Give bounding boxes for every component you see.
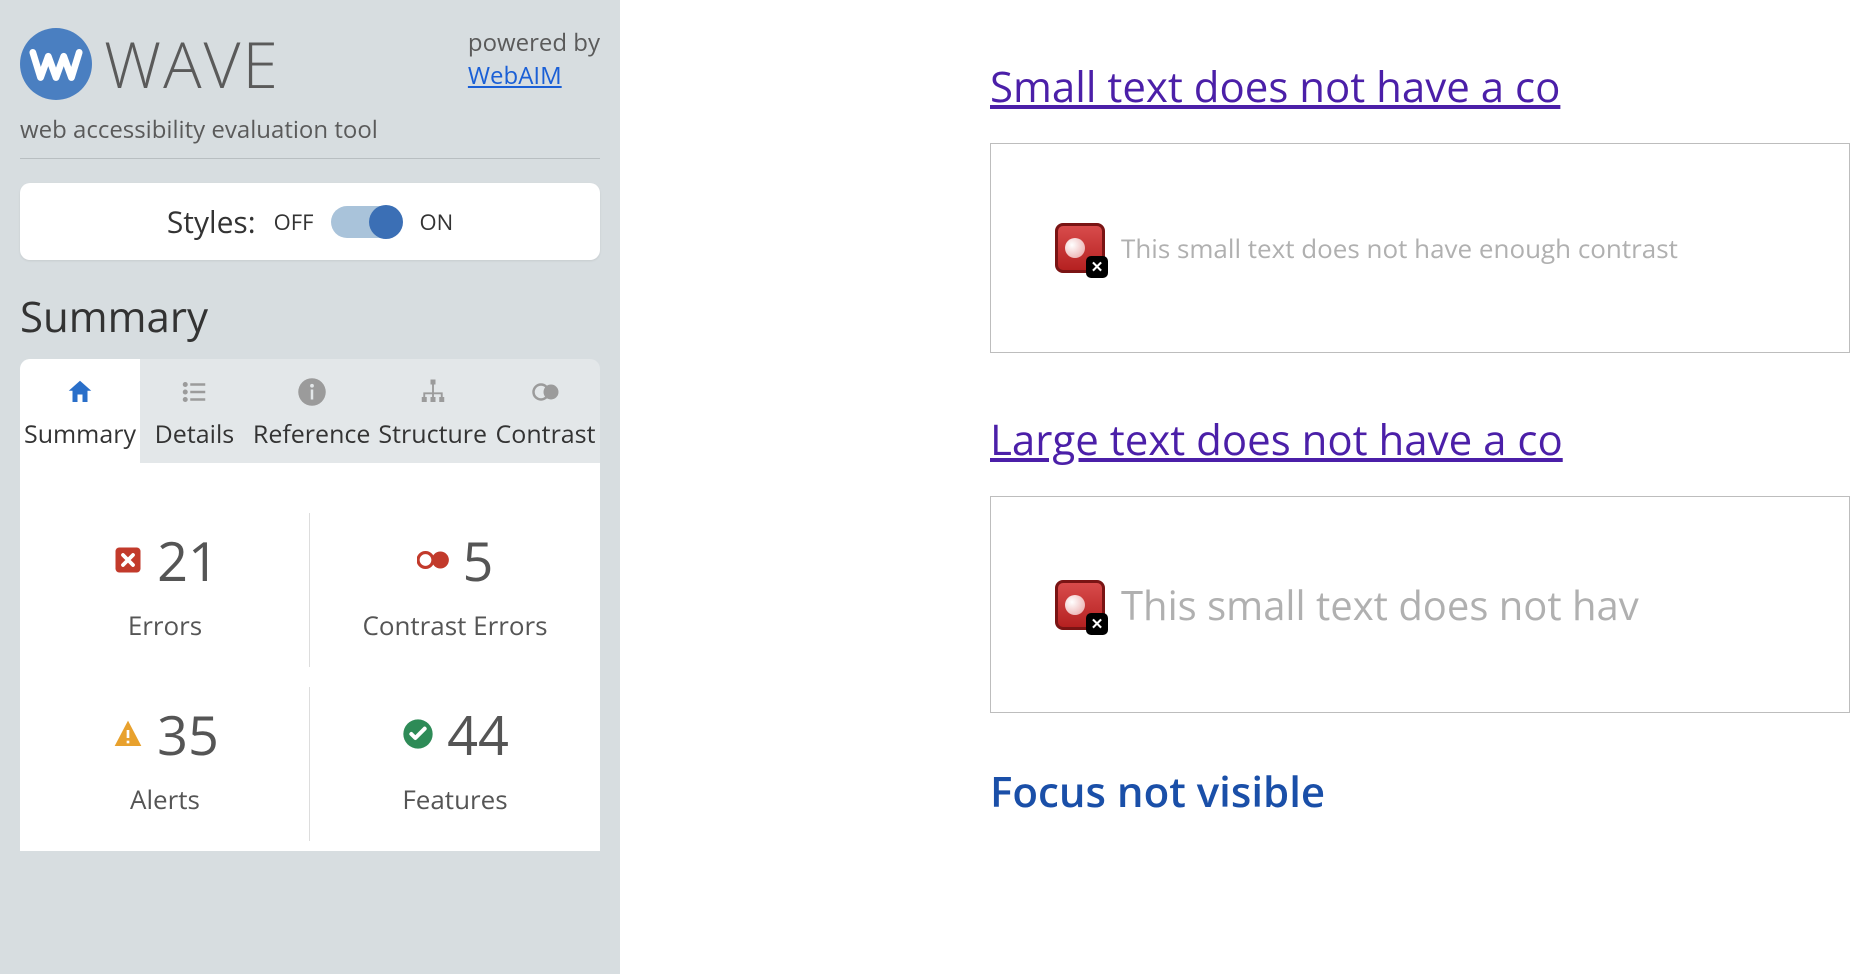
stat-count: 35	[157, 697, 219, 771]
tab-label: Reference	[253, 417, 371, 451]
powered-prefix: powered by	[468, 26, 600, 59]
info-icon	[295, 375, 329, 409]
brand: WAVE web accessibility evaluation tool	[20, 20, 378, 146]
styles-toggle-box: Styles: OFF ON	[20, 183, 600, 260]
sample-text: This small text does not have enough con…	[1121, 230, 1678, 266]
stat-label: Contrast Errors	[362, 607, 547, 643]
stat-label: Alerts	[130, 781, 200, 817]
tabs: Summary Details Reference Structure Cont…	[20, 359, 600, 463]
check-icon	[401, 717, 435, 751]
webaim-link[interactable]: WebAIM	[468, 59, 562, 92]
tab-structure[interactable]: Structure	[374, 359, 491, 463]
tab-label: Contrast	[496, 417, 596, 451]
stat-count: 21	[157, 523, 219, 597]
stat-errors[interactable]: 21 Errors	[20, 503, 310, 677]
brand-name: WAVE	[104, 20, 280, 107]
stat-label: Errors	[128, 607, 202, 643]
styles-toggle[interactable]	[331, 206, 401, 238]
heading-focus: Focus not visible	[990, 763, 1850, 820]
summary-title: Summary	[20, 288, 600, 345]
contrast-error-badge[interactable]: ✕	[1055, 223, 1105, 273]
contrast-icon	[529, 375, 563, 409]
sample-box-large: ✕ This small text does not hav	[990, 496, 1850, 713]
wave-logo-icon	[20, 28, 92, 100]
page-content: Small text does not have a co ✕ This sma…	[620, 0, 1850, 974]
close-icon: ✕	[1086, 613, 1108, 635]
stat-alerts[interactable]: 35 Alerts	[20, 677, 310, 851]
home-icon	[63, 375, 97, 409]
styles-on-label: ON	[419, 207, 453, 237]
alert-icon	[111, 717, 145, 751]
wave-sidebar: WAVE web accessibility evaluation tool p…	[0, 0, 620, 974]
sample-text: This small text does not hav	[1121, 577, 1639, 632]
tab-label: Summary	[24, 417, 136, 451]
structure-icon	[416, 375, 450, 409]
stat-contrast-errors[interactable]: 5 Contrast Errors	[310, 503, 600, 677]
contrast-error-icon	[417, 543, 451, 577]
sample-box-small: ✕ This small text does not have enough c…	[990, 143, 1850, 353]
list-icon	[177, 375, 211, 409]
tab-summary[interactable]: Summary	[20, 359, 140, 463]
tab-contrast[interactable]: Contrast	[491, 359, 600, 463]
close-icon: ✕	[1086, 256, 1108, 278]
styles-off-label: OFF	[274, 207, 314, 237]
tab-label: Structure	[378, 417, 487, 451]
sidebar-header: WAVE web accessibility evaluation tool p…	[20, 20, 600, 159]
heading-small-text[interactable]: Small text does not have a co	[990, 58, 1850, 115]
tab-label: Details	[155, 417, 235, 451]
summary-panel: 21 Errors 5 Contrast Errors 35 Alerts	[20, 463, 600, 851]
tab-reference[interactable]: Reference	[249, 359, 375, 463]
error-icon	[111, 543, 145, 577]
stat-count: 5	[463, 523, 494, 597]
contrast-error-badge[interactable]: ✕	[1055, 580, 1105, 630]
heading-large-text[interactable]: Large text does not have a co	[990, 411, 1850, 468]
styles-label: Styles:	[167, 201, 256, 242]
powered-by: powered by WebAIM	[468, 26, 600, 92]
toggle-knob-icon	[369, 205, 403, 239]
tab-details[interactable]: Details	[140, 359, 249, 463]
stat-label: Features	[402, 781, 507, 817]
brand-tagline: web accessibility evaluation tool	[20, 113, 378, 146]
stat-count: 44	[447, 697, 509, 771]
stat-features[interactable]: 44 Features	[310, 677, 600, 851]
